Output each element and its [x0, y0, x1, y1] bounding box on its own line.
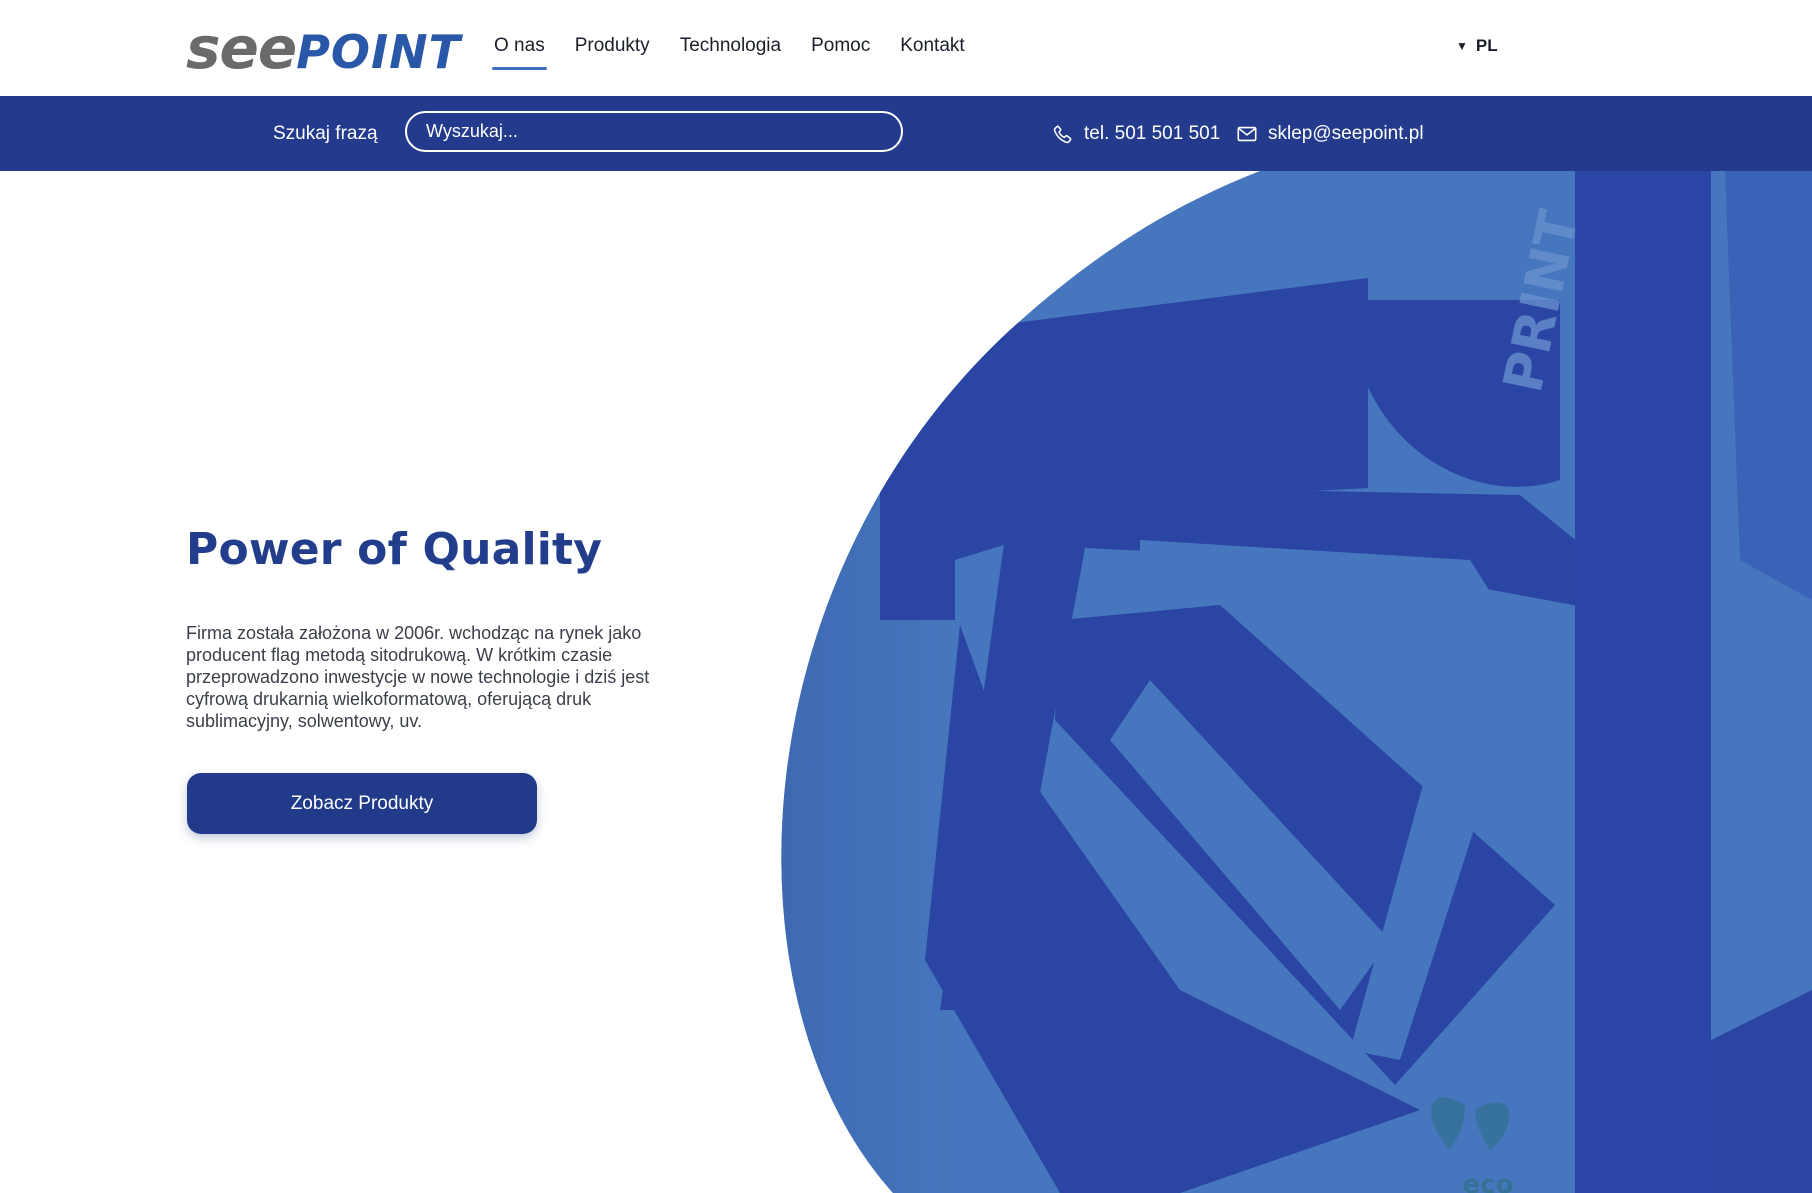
- main-nav: O nas Produkty Technologia Pomoc Kontakt: [492, 24, 995, 70]
- see-products-button[interactable]: Zobacz Produkty: [187, 773, 537, 834]
- logo-point: POINT: [296, 25, 462, 79]
- site-header: see POINT O nas Produkty Technologia Pom…: [0, 0, 1812, 96]
- language-label: PL: [1475, 36, 1498, 55]
- language-selector[interactable]: ▼ PL: [1456, 34, 1498, 58]
- search-input[interactable]: [405, 111, 903, 152]
- caret-down-icon: ▼: [1456, 39, 1468, 53]
- search-bar: Szukaj frazą tel. 501 501 501 sklep@seep…: [0, 96, 1812, 171]
- hero-title: Power of Quality: [186, 524, 603, 575]
- mail-icon: [1237, 126, 1257, 141]
- seepoint-logo[interactable]: see POINT: [186, 14, 461, 82]
- nav-item-kontakt[interactable]: Kontakt: [900, 24, 964, 68]
- nav-item-pomoc[interactable]: Pomoc: [811, 24, 870, 68]
- phone-number: tel. 501 501 501: [1084, 122, 1221, 144]
- nav-item-o-nas[interactable]: O nas: [492, 24, 547, 70]
- search-label: Szukaj frazą: [273, 123, 378, 144]
- logo-see: see: [186, 14, 297, 82]
- email-address: sklep@seepoint.pl: [1268, 122, 1424, 144]
- nav-item-technologia[interactable]: Technologia: [680, 24, 781, 68]
- email-link[interactable]: sklep@seepoint.pl: [1236, 96, 1424, 171]
- phone-link[interactable]: tel. 501 501 501: [1052, 96, 1220, 171]
- eco-label: eco: [1463, 1170, 1514, 1193]
- hero-description: Firma została założona w 2006r. wchodząc…: [186, 623, 650, 731]
- nav-item-produkty[interactable]: Produkty: [575, 24, 650, 68]
- phone-icon: [1053, 124, 1072, 143]
